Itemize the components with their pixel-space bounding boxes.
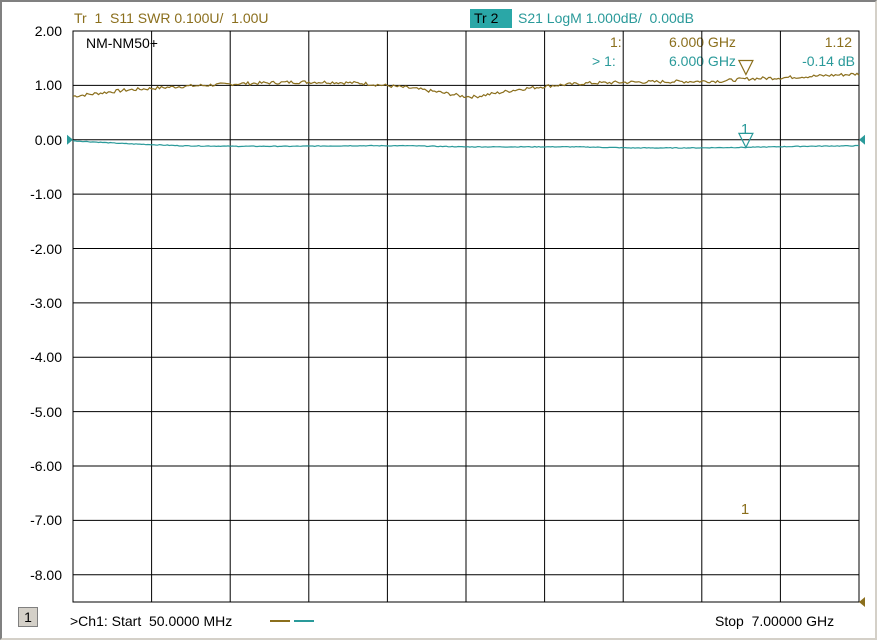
trace2-reference-left-arrow xyxy=(67,134,73,145)
marker-1-trace1-triangle xyxy=(737,59,754,76)
trace-legend-swatches xyxy=(270,620,314,622)
sweep-start: >Ch1: Start 50.0000 MHz xyxy=(70,613,233,629)
trace1-reference-arrow xyxy=(859,597,865,607)
trace2-reference-right-arrow xyxy=(859,134,865,145)
sweep-stop: Stop 7.00000 GHz xyxy=(715,613,835,629)
channel-indicator[interactable]: 1 xyxy=(18,607,38,627)
marker1-trace1-label: 1 xyxy=(741,501,749,518)
marker1-trace2-label: 1 xyxy=(741,121,749,138)
marker-symbols: 1 1 xyxy=(737,59,754,518)
plot-area[interactable]: 1 1 xyxy=(0,0,877,640)
